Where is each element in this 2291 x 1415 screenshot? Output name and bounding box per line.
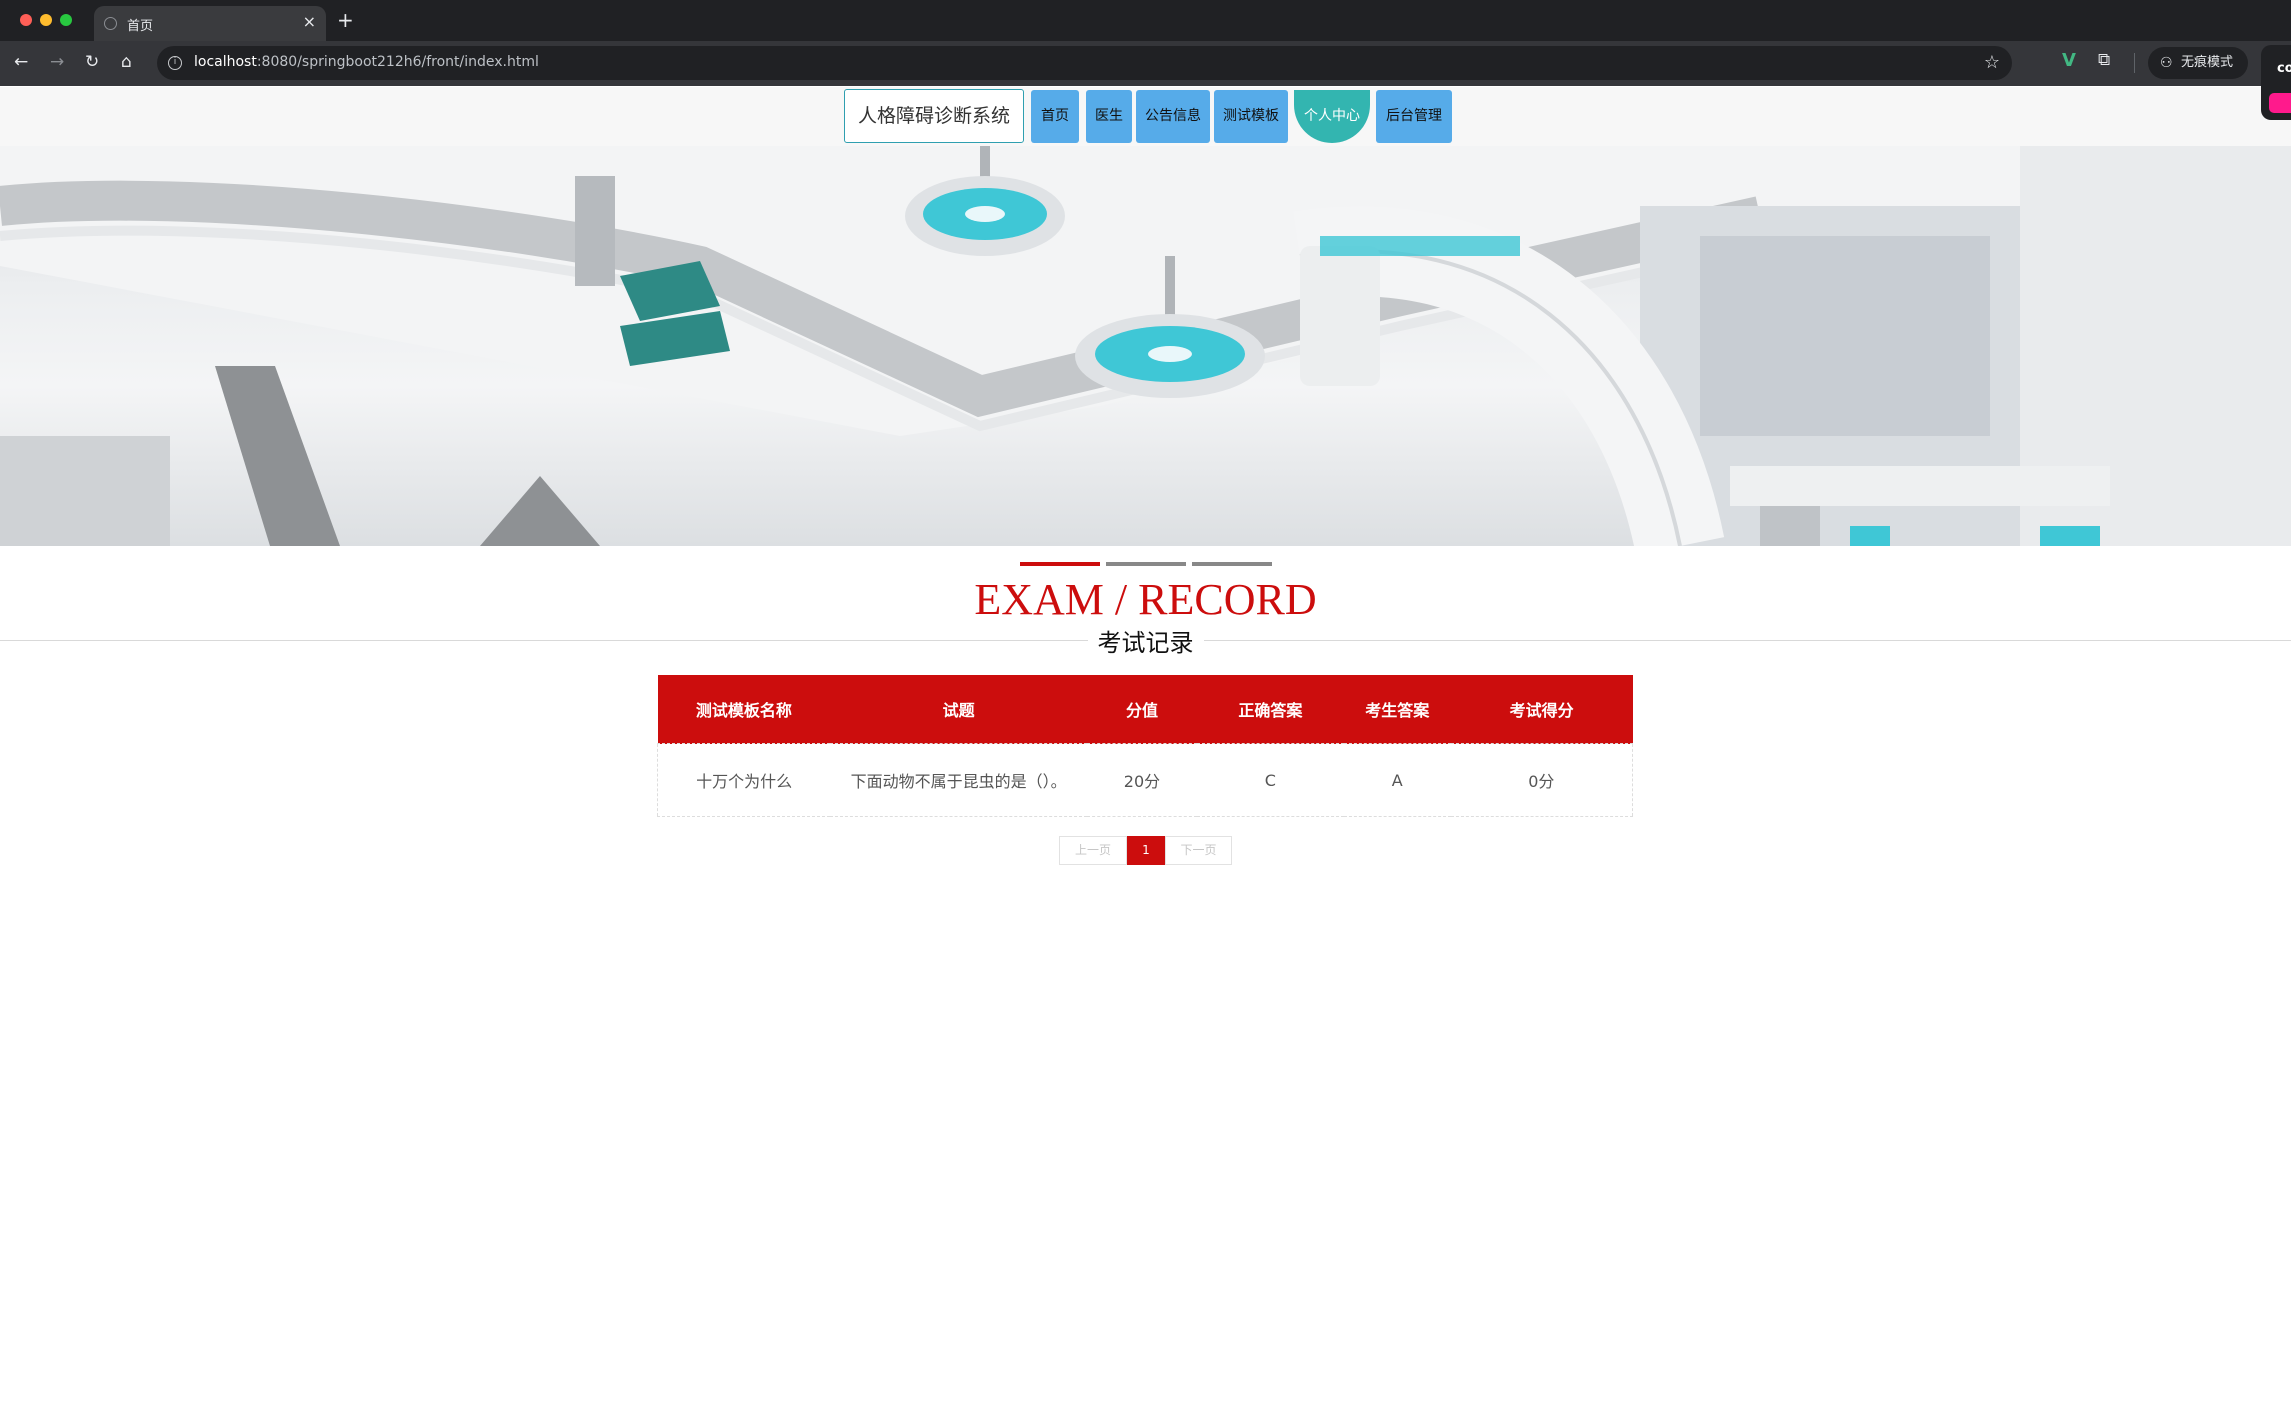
incognito-icon: ⚇ — [2160, 55, 2173, 71]
minimize-window-button[interactable] — [40, 14, 52, 26]
toolbar-divider — [2134, 53, 2135, 73]
floating-widget-badge — [2269, 93, 2291, 113]
info-icon[interactable]: i — [168, 56, 182, 70]
incognito-badge[interactable]: ⚇ 无痕模式 — [2148, 47, 2248, 79]
site-title: 人格障碍诊断系统 — [844, 89, 1024, 143]
cell-score: 20分 — [1087, 743, 1197, 817]
back-icon[interactable]: ← — [14, 52, 28, 72]
col-exam-score: 考试得分 — [1509, 701, 1574, 720]
browser-tab-active[interactable]: 首页 × — [94, 6, 326, 41]
nav-test-template[interactable]: 测试模板 — [1214, 90, 1288, 143]
exam-record-table: 测试模板名称 试题 分值 正确答案 考生答案 考试得分 十万个为什么 下面动物不… — [657, 675, 1633, 817]
operating-room-illustration — [0, 146, 2291, 546]
nav-home[interactable]: 首页 — [1031, 90, 1079, 143]
maximize-window-button[interactable] — [60, 14, 72, 26]
next-page-button[interactable]: 下一页 — [1165, 836, 1232, 865]
address-bar[interactable]: i localhost:8080/springboot212h6/front/i… — [157, 46, 2012, 80]
floating-widget[interactable]: co — [2261, 45, 2291, 120]
section-title-wrap: 考试记录 — [0, 623, 2291, 658]
prev-page-button[interactable]: 上一页 — [1059, 836, 1127, 865]
site-header: 人格障碍诊断系统 首页 医生 公告信息 测试模板 个人中心 后台管理 — [0, 87, 2291, 146]
table-header-row: 测试模板名称 试题 分值 正确答案 考生答案 考试得分 — [657, 675, 1633, 744]
reload-icon[interactable]: ↻ — [85, 52, 99, 72]
nav-notice[interactable]: 公告信息 — [1136, 90, 1210, 143]
section-title-en: EXAM / RECORD — [974, 575, 1317, 624]
forward-icon[interactable]: → — [50, 52, 64, 72]
vue-devtools-icon[interactable]: V — [2062, 50, 2076, 71]
new-tab-button[interactable]: + — [337, 8, 354, 32]
tab-title: 首页 — [127, 19, 154, 34]
nav-admin[interactable]: 后台管理 — [1376, 90, 1452, 143]
nav-personal-center[interactable]: 个人中心 — [1294, 90, 1370, 143]
floating-widget-label: co — [2277, 61, 2291, 76]
close-window-button[interactable] — [20, 14, 32, 26]
col-student-answer: 考生答案 — [1365, 701, 1430, 720]
extensions-icon[interactable]: ⧉ — [2098, 50, 2110, 70]
col-template-name: 测试模板名称 — [695, 701, 792, 720]
col-score: 分值 — [1125, 701, 1158, 720]
cell-student-answer: A — [1343, 743, 1451, 817]
incognito-label: 无痕模式 — [2181, 55, 2234, 70]
url-text[interactable]: localhost:8080/springboot212h6/front/ind… — [194, 54, 539, 70]
col-question: 试题 — [942, 701, 975, 720]
carousel-dot-1[interactable] — [1020, 562, 1100, 566]
browser-tab-strip: 首页 × + — [0, 0, 2291, 42]
browser-toolbar: ← → ↻ ⌂ i localhost:8080/springboot212h6… — [0, 41, 2291, 86]
tab-close-icon[interactable]: × — [303, 12, 316, 31]
page-number-current[interactable]: 1 — [1127, 836, 1165, 865]
cell-template-name: 十万个为什么 — [657, 743, 831, 817]
col-correct-answer: 正确答案 — [1238, 701, 1303, 720]
table-row[interactable]: 十万个为什么 下面动物不属于昆虫的是（）。 20分 C A 0分 — [657, 743, 1633, 817]
page-content: 人格障碍诊断系统 首页 医生 公告信息 测试模板 个人中心 后台管理 EXAM … — [0, 87, 2291, 1415]
cell-correct-answer: C — [1196, 743, 1344, 817]
home-icon[interactable]: ⌂ — [121, 52, 132, 72]
star-icon[interactable]: ☆ — [1984, 52, 2000, 73]
carousel-dot-2[interactable] — [1106, 562, 1186, 566]
cell-question: 下面动物不属于昆虫的是（）。 — [830, 743, 1088, 817]
section-title-cn: 考试记录 — [1087, 623, 1204, 658]
globe-icon — [104, 17, 117, 30]
banner-image — [0, 146, 2291, 546]
nav-doctor[interactable]: 医生 — [1086, 90, 1132, 143]
cell-exam-score: 0分 — [1450, 743, 1633, 817]
carousel-dot-3[interactable] — [1192, 562, 1272, 566]
